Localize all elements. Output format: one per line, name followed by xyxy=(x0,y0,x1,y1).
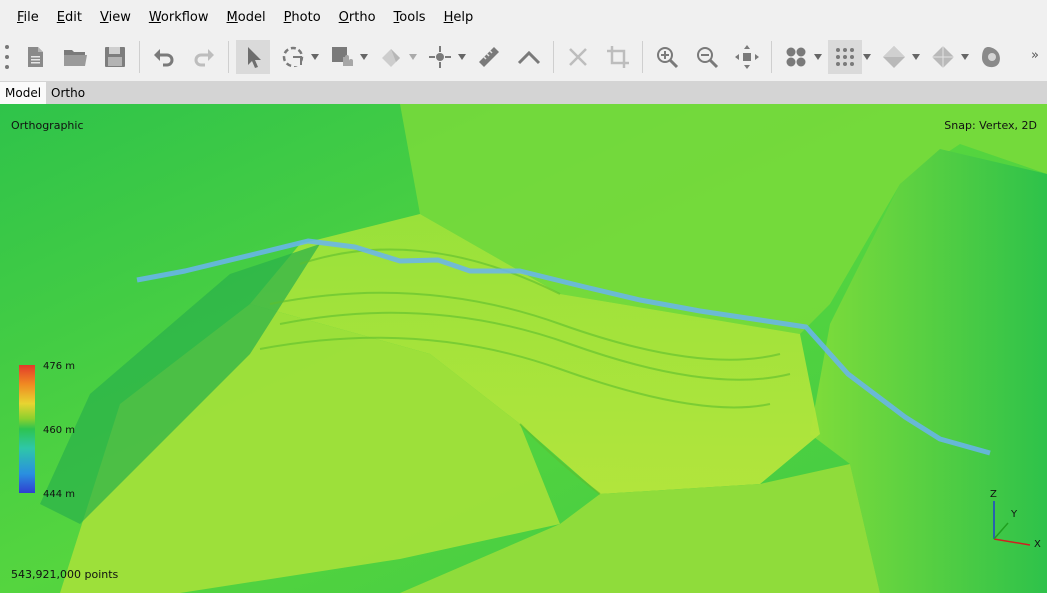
menu-model[interactable]: Model xyxy=(218,7,275,29)
navigation-button[interactable] xyxy=(236,40,270,74)
open-button[interactable] xyxy=(58,40,92,74)
zoom-out-button[interactable] xyxy=(690,40,724,74)
chevron-down-icon xyxy=(458,54,466,60)
zoom-in-icon xyxy=(657,47,679,69)
toolbar-separator xyxy=(553,41,554,73)
axis-y-label: Y xyxy=(1010,509,1018,520)
axis-x-label: X xyxy=(1034,539,1041,549)
reset-view-button[interactable] xyxy=(730,40,764,74)
elevation-min-label: 444 m xyxy=(43,489,76,500)
select-pointer-icon xyxy=(248,47,261,68)
toolbar-grip-handle[interactable] xyxy=(3,42,11,72)
paint-selection-icon xyxy=(382,49,400,67)
elevation-max-label: 476 m xyxy=(43,361,76,372)
menu-bar: File Edit View Workflow Model Photo Orth… xyxy=(0,0,1047,36)
menu-ortho[interactable]: Ortho xyxy=(330,7,385,29)
model-shaded-button[interactable] xyxy=(877,40,911,74)
projection-label: Orthographic xyxy=(11,119,84,132)
redo-icon xyxy=(194,49,214,67)
crop-icon xyxy=(607,46,629,68)
elevation-color-scale xyxy=(19,365,35,493)
reset-view-icon xyxy=(735,45,759,69)
tiled-model-button[interactable] xyxy=(975,40,1009,74)
terrain-render xyxy=(0,104,1047,593)
undo-icon xyxy=(154,49,174,67)
undo-button[interactable] xyxy=(147,40,181,74)
shape-selection-dropdown[interactable] xyxy=(359,40,369,74)
menu-workflow[interactable]: Workflow xyxy=(140,7,218,29)
ruler-icon xyxy=(479,47,499,67)
shape-selection-icon xyxy=(332,47,353,66)
marker-dropdown[interactable] xyxy=(457,40,467,74)
axis-z-label: Z xyxy=(990,489,997,500)
new-document-icon xyxy=(28,47,43,67)
paint-selection-dropdown[interactable] xyxy=(408,40,418,74)
point-count-label: 543,921,000 points xyxy=(11,568,119,581)
redo-button[interactable] xyxy=(187,40,221,74)
tab-ortho[interactable]: Ortho xyxy=(46,82,90,104)
menu-help[interactable]: Help xyxy=(435,7,483,29)
delete-icon xyxy=(569,48,587,66)
save-icon xyxy=(105,47,125,67)
model-wireframe-icon xyxy=(932,46,954,68)
polyline-icon xyxy=(517,50,541,65)
model-wireframe-button[interactable] xyxy=(926,40,960,74)
menu-view[interactable]: View xyxy=(91,7,140,29)
toolbar-separator xyxy=(642,41,643,73)
ruler-button[interactable] xyxy=(472,40,506,74)
marker-icon xyxy=(429,46,451,68)
chevron-down-icon xyxy=(360,54,368,60)
menu-edit[interactable]: Edit xyxy=(48,7,91,29)
model-viewport[interactable]: Orthographic Snap: Vertex, 2D 543,921,00… xyxy=(0,104,1047,593)
menu-photo[interactable]: Photo xyxy=(275,7,330,29)
rotate-selection-button[interactable] xyxy=(276,40,310,74)
paint-selection-button[interactable] xyxy=(374,40,408,74)
snap-mode-label: Snap: Vertex, 2D xyxy=(944,119,1037,132)
zoom-out-icon xyxy=(697,47,719,69)
marker-button[interactable] xyxy=(423,40,457,74)
main-toolbar: » xyxy=(0,36,1047,78)
model-shaded-dropdown[interactable] xyxy=(911,40,921,74)
axis-gizmo-icon: Z Y X xyxy=(990,489,1041,549)
model-wireframe-dropdown[interactable] xyxy=(960,40,970,74)
chevron-down-icon xyxy=(863,54,871,60)
point-cloud-icon xyxy=(786,47,806,67)
dense-cloud-icon xyxy=(836,48,854,66)
new-document-button[interactable] xyxy=(18,40,52,74)
toolbar-overflow-icon[interactable]: » xyxy=(1031,48,1043,64)
delete-button[interactable] xyxy=(561,40,595,74)
menu-file[interactable]: File xyxy=(8,7,48,29)
dense-cloud-button[interactable] xyxy=(828,40,862,74)
chevron-down-icon xyxy=(961,54,969,60)
chevron-down-icon xyxy=(409,54,417,60)
rotate-selection-dropdown[interactable] xyxy=(310,40,320,74)
open-folder-icon xyxy=(64,50,87,66)
tiled-model-icon xyxy=(982,46,1000,68)
view-tab-bar: Model Ortho xyxy=(0,81,1047,104)
tab-model[interactable]: Model xyxy=(0,82,47,104)
toolbar-separator xyxy=(139,41,140,73)
shape-selection-button[interactable] xyxy=(325,40,359,74)
toolbar-separator xyxy=(771,41,772,73)
chevron-down-icon xyxy=(311,54,319,60)
model-shaded-icon xyxy=(883,46,905,68)
polyline-button[interactable] xyxy=(512,40,546,74)
chevron-down-icon xyxy=(912,54,920,60)
point-cloud-button[interactable] xyxy=(779,40,813,74)
rotate-selection-icon xyxy=(282,46,304,68)
menu-tools[interactable]: Tools xyxy=(385,7,435,29)
save-button[interactable] xyxy=(98,40,132,74)
dense-cloud-dropdown[interactable] xyxy=(862,40,872,74)
crop-button[interactable] xyxy=(601,40,635,74)
zoom-in-button[interactable] xyxy=(650,40,684,74)
point-cloud-dropdown[interactable] xyxy=(813,40,823,74)
chevron-down-icon xyxy=(814,54,822,60)
elevation-mid-label: 460 m xyxy=(43,425,76,436)
toolbar-separator xyxy=(228,41,229,73)
